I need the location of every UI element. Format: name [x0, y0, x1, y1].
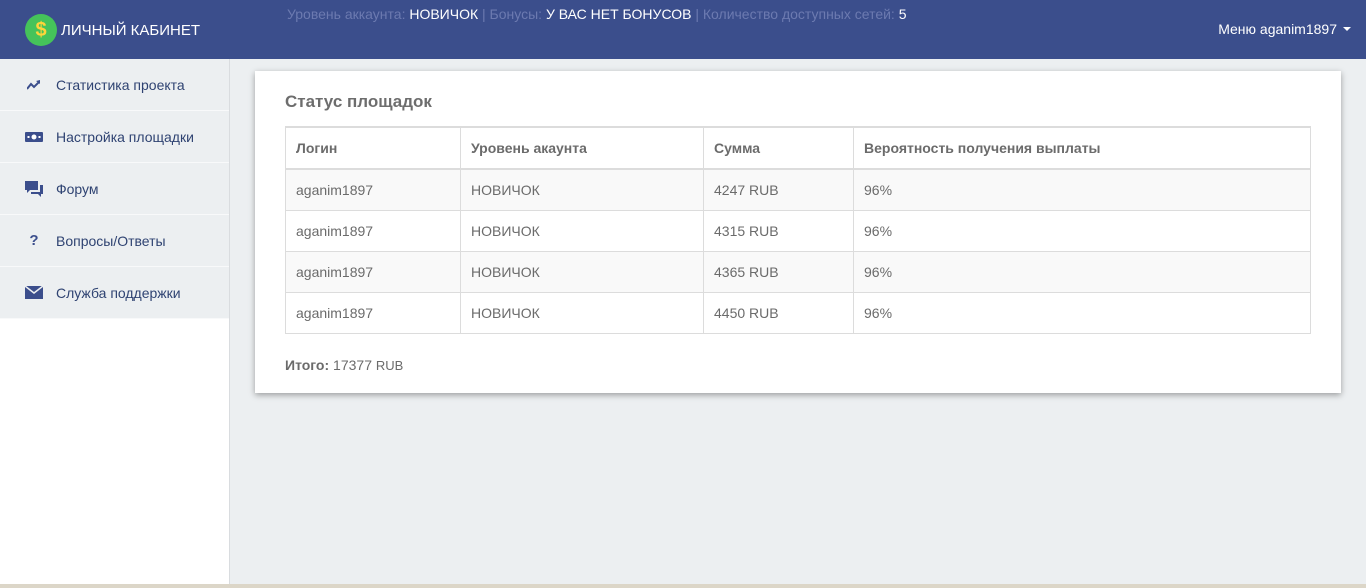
table-row: aganim1897 НОВИЧОК 4365 RUB 96%	[285, 250, 1311, 293]
total-summary: Итого: 17377 RUB	[285, 357, 403, 373]
account-status-line: Уровень аккаунта: НОВИЧОК | Бонусы: У ВА…	[287, 6, 907, 22]
sidebar-item-forum[interactable]: Форум	[0, 163, 229, 215]
bottom-border	[0, 584, 1366, 588]
dollar-icon: $	[25, 14, 57, 46]
cell-amount: 4315 RUB	[703, 209, 854, 252]
user-menu-label: Меню aganim1897	[1218, 21, 1337, 37]
cell-login: aganim1897	[285, 209, 461, 252]
cell-level: НОВИЧОК	[460, 291, 704, 334]
cell-level: НОВИЧОК	[460, 250, 704, 293]
brand-title: ЛИЧНЫЙ КАБИНЕТ	[61, 21, 201, 39]
account-level-label: Уровень аккаунта:	[287, 6, 406, 22]
cell-login: aganim1897	[285, 291, 461, 334]
sidebar: Статистика проекта Настройка площадки Фо…	[0, 59, 230, 588]
cell-amount: 4365 RUB	[703, 250, 854, 293]
trend-up-icon	[25, 76, 43, 94]
card-title: Статус площадок	[285, 92, 432, 111]
sidebar-item-statistics[interactable]: Статистика проекта	[0, 59, 229, 111]
sidebar-item-label: Вопросы/Ответы	[56, 232, 166, 249]
cell-login: aganim1897	[285, 168, 461, 211]
cell-probability: 96%	[853, 209, 1311, 252]
column-header-amount: Сумма	[703, 126, 854, 170]
cell-amount: 4247 RUB	[703, 168, 854, 211]
question-icon: ?	[29, 232, 39, 249]
cell-probability: 96%	[853, 250, 1311, 293]
table-row: aganim1897 НОВИЧОК 4450 RUB 96%	[285, 291, 1311, 334]
brand[interactable]: $ ЛИЧНЫЙ КАБИНЕТ	[25, 14, 200, 46]
sidebar-item-support[interactable]: Служба поддержки	[0, 267, 229, 319]
chat-icon	[25, 180, 43, 198]
cell-probability: 96%	[853, 291, 1311, 334]
envelope-icon	[25, 284, 43, 302]
table-row: aganim1897 НОВИЧОК 4315 RUB 96%	[285, 209, 1311, 252]
caret-down-icon	[1343, 27, 1351, 31]
status-separator: |	[482, 6, 486, 22]
total-label: Итого:	[285, 357, 330, 373]
column-header-login: Логин	[285, 126, 461, 170]
cell-level: НОВИЧОК	[460, 209, 704, 252]
networks-label: Количество доступных сетей:	[702, 6, 895, 22]
sidebar-item-faq[interactable]: ? Вопросы/Ответы	[0, 215, 229, 267]
cell-level: НОВИЧОК	[460, 168, 704, 211]
money-icon	[25, 128, 43, 146]
sidebar-item-label: Статистика проекта	[56, 76, 185, 93]
sidebar-item-site-settings[interactable]: Настройка площадки	[0, 111, 229, 163]
site-status-card: Статус площадок Логин Уровень акаунта Су…	[255, 71, 1341, 393]
networks-value: 5	[898, 6, 907, 22]
cell-amount: 4450 RUB	[703, 291, 854, 334]
cell-login: aganim1897	[285, 250, 461, 293]
sidebar-item-label: Служба поддержки	[56, 284, 181, 301]
status-separator: |	[695, 6, 699, 22]
table-row: aganim1897 НОВИЧОК 4247 RUB 96%	[285, 168, 1311, 211]
column-header-probability: Вероятность получения выплаты	[853, 126, 1311, 170]
sidebar-item-label: Форум	[56, 180, 99, 197]
total-value: 17377	[333, 357, 372, 373]
sidebar-item-label: Настройка площадки	[56, 128, 194, 145]
user-menu-dropdown[interactable]: Меню aganim1897	[1218, 21, 1351, 37]
column-header-level: Уровень акаунта	[460, 126, 704, 170]
bonus-value: У ВАС НЕТ БОНУСОВ	[545, 6, 692, 22]
top-header: $ ЛИЧНЫЙ КАБИНЕТ Уровень аккаунта: НОВИЧ…	[0, 0, 1366, 59]
table-header-row: Логин Уровень акаунта Сумма Вероятность …	[285, 126, 1311, 170]
cell-probability: 96%	[853, 168, 1311, 211]
bonus-label: Бонусы:	[489, 6, 543, 22]
site-status-table: Логин Уровень акаунта Сумма Вероятность …	[285, 126, 1311, 334]
account-level-value: НОВИЧОК	[409, 6, 479, 22]
total-currency: RUB	[375, 358, 404, 373]
